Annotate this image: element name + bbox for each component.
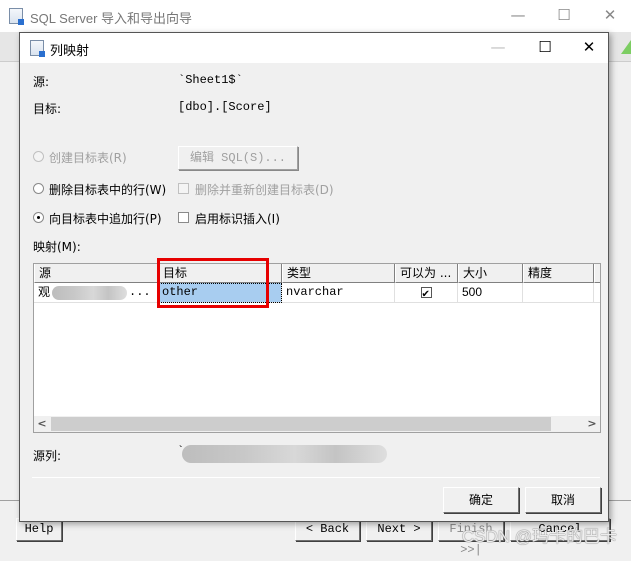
nullable-checkbox[interactable] bbox=[420, 285, 432, 302]
append-rows-radio[interactable] bbox=[33, 212, 44, 223]
identity-insert-label: 启用标识插入(I) bbox=[195, 212, 280, 226]
drop-recreate-checkbox[interactable] bbox=[178, 183, 189, 194]
target-value: [dbo].[Score] bbox=[178, 100, 272, 114]
source-label: 源: bbox=[33, 75, 50, 89]
col-header-source[interactable]: 源 bbox=[34, 264, 158, 283]
green-arrow-icon bbox=[621, 40, 631, 54]
cell-source[interactable]: 观 ... bbox=[34, 283, 158, 303]
wizard-maximize-button[interactable]: ☐ bbox=[549, 4, 579, 26]
col-header-size[interactable]: 大小 bbox=[458, 264, 523, 283]
dialog-icon bbox=[30, 40, 45, 57]
ok-button[interactable]: 确定 bbox=[443, 487, 519, 513]
col-header-nullable[interactable]: 可以为 ... bbox=[395, 264, 458, 283]
identity-insert-checkbox[interactable] bbox=[178, 212, 189, 223]
cancel-button[interactable]: 取消 bbox=[525, 487, 601, 513]
grid-header: 源 目标 类型 可以为 ... 大小 精度 . bbox=[34, 264, 600, 283]
horizontal-scrollbar[interactable]: < > bbox=[34, 416, 600, 432]
source-value: `Sheet1$` bbox=[178, 73, 243, 87]
dialog-title: 列映射 bbox=[50, 44, 90, 59]
mapping-grid[interactable]: 源 目标 类型 可以为 ... 大小 精度 . 观 ... other nvar… bbox=[33, 263, 601, 433]
append-rows-label: 向目标表中追加行(P) bbox=[49, 212, 162, 226]
delete-rows-label: 删除目标表中的行(W) bbox=[49, 183, 167, 197]
column-mapping-dialog: 列映射 — ☐ ✕ 源: `Sheet1$` 目标: [dbo].[Score]… bbox=[19, 32, 609, 522]
edit-sql-button[interactable]: 编辑 SQL(S)... bbox=[178, 146, 298, 170]
create-table-radio[interactable] bbox=[33, 151, 44, 162]
blurred-source-column bbox=[182, 445, 387, 463]
scroll-left-icon[interactable]: < bbox=[34, 416, 50, 432]
blurred-source-name bbox=[52, 286, 127, 300]
delete-rows-radio[interactable] bbox=[33, 183, 44, 194]
wizard-title: SQL Server 导入和导出向导 bbox=[30, 11, 193, 26]
col-header-more[interactable]: . bbox=[594, 264, 600, 283]
scroll-thumb[interactable] bbox=[51, 417, 551, 431]
dialog-minimize-button[interactable]: — bbox=[483, 36, 513, 58]
wizard-titlebar: SQL Server 导入和导出向导 — ☐ ✕ bbox=[0, 0, 631, 32]
dialog-maximize-button[interactable]: ☐ bbox=[530, 36, 560, 58]
cell-type[interactable]: nvarchar bbox=[282, 283, 395, 303]
source-first-char: 观 bbox=[38, 285, 51, 299]
col-header-type[interactable]: 类型 bbox=[282, 264, 395, 283]
cell-size[interactable]: 500 bbox=[458, 283, 523, 303]
wizard-app-icon bbox=[9, 8, 24, 25]
cell-nullable[interactable] bbox=[395, 283, 458, 303]
cell-more bbox=[594, 283, 600, 303]
table-row[interactable]: 观 ... other nvarchar 500 bbox=[34, 283, 600, 303]
source-column-label: 源列: bbox=[33, 449, 62, 463]
source-ellipsis: ... bbox=[129, 285, 151, 299]
dialog-titlebar: 列映射 — ☐ ✕ bbox=[20, 33, 608, 63]
cell-precision[interactable] bbox=[523, 283, 594, 303]
highlight-box bbox=[157, 258, 269, 308]
target-label: 目标: bbox=[33, 102, 62, 116]
scroll-right-icon[interactable]: > bbox=[584, 416, 600, 432]
dialog-divider bbox=[32, 477, 600, 478]
drop-recreate-label: 删除并重新创建目标表(D) bbox=[195, 183, 334, 197]
dialog-close-button[interactable]: ✕ bbox=[574, 36, 604, 58]
create-table-label: 创建目标表(R) bbox=[49, 151, 127, 165]
col-header-precision[interactable]: 精度 bbox=[523, 264, 594, 283]
wizard-close-button[interactable]: ✕ bbox=[595, 4, 625, 26]
mapping-label: 映射(M): bbox=[33, 240, 81, 254]
wizard-minimize-button[interactable]: — bbox=[503, 4, 533, 26]
watermark: CSDN @玛卡的巴卡 bbox=[461, 527, 617, 546]
